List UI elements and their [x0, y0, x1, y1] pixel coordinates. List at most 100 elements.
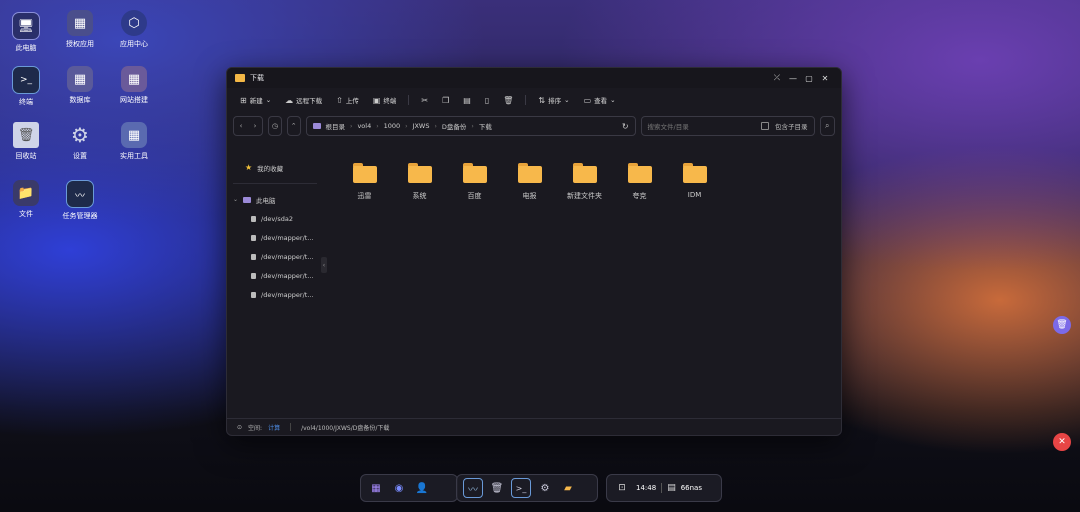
maximize-button[interactable]: ▢ — [801, 74, 817, 83]
search-button[interactable]: ⌕ — [819, 116, 835, 136]
user-icon[interactable]: 👤 — [413, 479, 431, 497]
folder-item[interactable]: 电报 — [502, 162, 557, 419]
star-icon: ★ — [245, 163, 253, 172]
activity-icon[interactable]: ⊡ — [613, 479, 631, 497]
desktop-icon-settings[interactable]: ⚙ 设置 — [50, 122, 110, 161]
folder-item[interactable]: 百度 — [447, 162, 502, 419]
toolbar: ⊞ 新建 ⌄ ☁ 远程下载 ⇧ 上传 ▣ 终端 ✂ ❐ ▤ ▯ 🗑 ⇅ 排序 ⌄ ▭ 查看 ⌄ — [227, 88, 841, 112]
chevron-down-icon: ⌄ — [610, 96, 616, 104]
breadcrumb-item-root[interactable]: 根目录 — [326, 121, 346, 131]
chevron-down-icon: ⌄ — [564, 96, 570, 104]
trash-icon: 🗑 — [13, 122, 39, 148]
chevron-down-icon: ⌄ — [265, 96, 272, 104]
breadcrumb-item-vol4[interactable]: vol4 — [357, 122, 371, 130]
remote-download-button[interactable]: ☁ 远程下载 — [280, 95, 327, 106]
up-button[interactable]: ⌃ — [286, 116, 301, 136]
trash-icon[interactable]: 🗑 — [488, 479, 506, 497]
history-button[interactable]: ◷ — [268, 116, 282, 136]
sidebar-item-device[interactable]: /dev/mapper/t... — [227, 285, 323, 304]
upload-button[interactable]: ⇧ 上传 — [331, 95, 364, 106]
desktop-icon-files[interactable]: 📁 文件 — [0, 180, 56, 219]
sidebar-collapse-handle[interactable]: ‹ — [321, 257, 327, 273]
breadcrumb-item-downloads[interactable]: 下载 — [479, 121, 492, 131]
breadcrumb-item-jxws[interactable]: JXWS — [413, 122, 430, 130]
gear-icon[interactable]: ⚙ — [536, 479, 554, 497]
close-button[interactable]: ✕ — [817, 74, 833, 83]
minimize-button[interactable]: — — [785, 74, 801, 83]
folder-icon — [462, 163, 487, 183]
desktop-icon-terminal[interactable]: >_ 终端 — [0, 66, 56, 107]
search-input[interactable]: 搜索文件/目录 包含子目录 — [640, 116, 815, 136]
cut-button[interactable]: ✂ — [416, 96, 433, 105]
floating-close-button[interactable]: ✕ — [1053, 433, 1071, 451]
folder-icon — [682, 163, 707, 183]
sidebar-item-device[interactable]: /dev/mapper/t... — [227, 266, 323, 285]
chevron-down-icon[interactable]: ⌄ — [233, 196, 238, 203]
sidebar-item-this-pc[interactable]: ⌄ 此电脑 — [227, 190, 323, 209]
navigation-bar: ‹ › ◷ ⌃ 根目录 › vol4 › 1000 › JXWS › D盘备份 … — [227, 112, 841, 140]
calculate-space-link[interactable]: 计算 — [268, 423, 280, 432]
terminal-button[interactable]: ▣ 终端 — [368, 95, 402, 106]
desktop-icon-this-pc[interactable]: 🖥 此电脑 — [0, 12, 56, 53]
desktop-icon-tools[interactable]: ▦ 实用工具 — [104, 122, 164, 161]
host-name[interactable]: 66nas — [681, 484, 702, 492]
new-button[interactable]: ⊞ 新建 ⌄ — [235, 95, 276, 106]
trash-icon: 🗑 — [503, 95, 514, 105]
start-menu-icon[interactable]: ▦ — [367, 479, 385, 497]
desktop-icon-task-manager[interactable]: 〰 任务管理器 — [50, 180, 110, 221]
folder-item[interactable]: 系统 — [392, 162, 447, 419]
search-placeholder: 搜索文件/目录 — [647, 123, 689, 131]
back-button[interactable]: ‹ — [234, 117, 248, 135]
terminal-icon[interactable]: >_ — [511, 478, 531, 498]
view-button[interactable]: ▭ 查看 ⌄ — [579, 95, 621, 106]
paste-button[interactable]: ▤ — [458, 96, 476, 105]
folder-item[interactable]: 新建文件夹 — [557, 162, 612, 419]
chevron-right-icon: › — [405, 122, 408, 130]
pin-icon[interactable]: ⤫ — [769, 73, 785, 83]
files-icon[interactable]: ▰ — [559, 479, 577, 497]
sidebar-item-device[interactable]: /dev/mapper/t... — [227, 228, 323, 247]
browser-icon[interactable]: ◉ — [390, 479, 408, 497]
computer-icon — [243, 196, 252, 203]
dock-launcher-group: ▦ ◉ 👤 — [360, 474, 458, 502]
task-manager-icon[interactable]: 〰 — [463, 478, 483, 498]
chevron-right-icon: › — [434, 122, 437, 130]
chevron-right-icon: › — [376, 122, 379, 130]
folder-item[interactable]: 迅雷 — [337, 162, 392, 419]
refresh-icon[interactable]: ↻ — [622, 122, 629, 131]
scissors-icon: ✂ — [421, 95, 429, 105]
rename-icon: ▯ — [484, 95, 490, 105]
folder-icon — [572, 163, 597, 183]
copy-icon: ❐ — [442, 95, 450, 105]
delete-button[interactable]: 🗑 — [498, 96, 518, 105]
desktop-icon-database[interactable]: ▦ 数据库 — [50, 66, 110, 105]
upload-icon: ⇧ — [336, 95, 343, 105]
sidebar-divider — [233, 183, 317, 184]
include-subdirs-checkbox[interactable] — [761, 122, 770, 130]
desktop-icon-recycle-bin[interactable]: 🗑 回收站 — [0, 122, 56, 161]
sidebar-item-favorites[interactable]: ★ 我的收藏 — [227, 158, 323, 177]
tools-icon: ▦ — [121, 122, 147, 148]
chevron-right-icon: › — [350, 122, 353, 130]
sort-button[interactable]: ⇅ 排序 ⌄ — [533, 95, 574, 106]
sidebar-item-device[interactable]: /dev/mapper/t... — [227, 247, 323, 266]
breadcrumb-item-d-backup[interactable]: D盘备份 — [442, 121, 467, 131]
folder-item[interactable]: 夸克 — [612, 162, 667, 419]
forward-button[interactable]: › — [248, 117, 262, 135]
plus-icon: ⊞ — [240, 95, 247, 105]
trash-icon: 🗑 — [1056, 320, 1068, 330]
rename-button[interactable]: ▯ — [480, 96, 494, 105]
floating-trash-button[interactable]: 🗑 — [1053, 316, 1071, 334]
desktop-icon-app-center[interactable]: ⬡ 应用中心 — [104, 10, 164, 49]
disk-icon — [251, 253, 256, 260]
desktop-icon-website[interactable]: ▦ 网站搭建 — [104, 66, 164, 105]
breadcrumb-item-1000[interactable]: 1000 — [384, 122, 401, 130]
breadcrumb: 根目录 › vol4 › 1000 › JXWS › D盘备份 › 下载 ↻ — [305, 116, 636, 136]
back-forward-group: ‹ › — [233, 116, 263, 136]
copy-button[interactable]: ❐ — [437, 96, 454, 105]
window-titlebar[interactable]: 下载 ⤫ — ▢ ✕ — [227, 68, 841, 88]
folder-item[interactable]: IDM — [667, 162, 722, 419]
sidebar-item-device[interactable]: /dev/sda2 — [227, 209, 323, 228]
computer-icon — [312, 123, 321, 129]
desktop-icon-authorized-apps[interactable]: ▦ 授权应用 — [50, 10, 110, 49]
